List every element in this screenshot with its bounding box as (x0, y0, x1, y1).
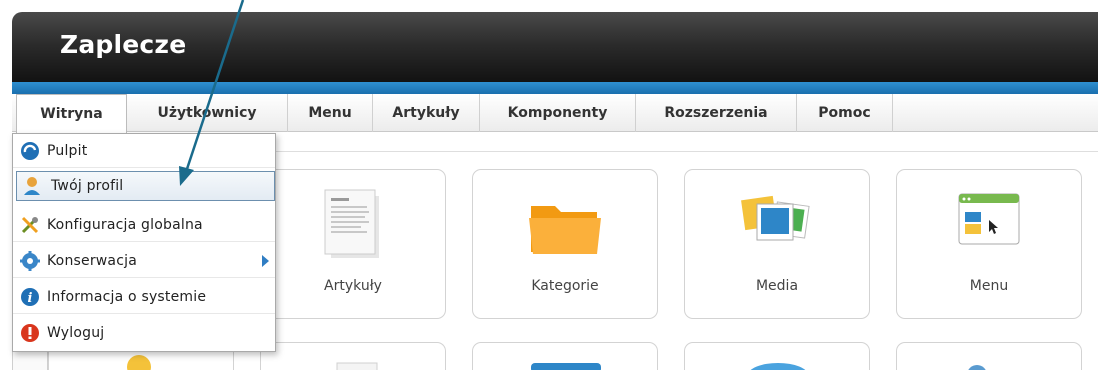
folder-icon (529, 206, 601, 254)
card-artykuly[interactable]: Artykuły (260, 169, 446, 319)
article-icon (324, 189, 379, 258)
document-icon (336, 362, 378, 370)
tools-icon (13, 208, 47, 242)
dropdown-item-pulpit[interactable]: Pulpit (13, 134, 275, 168)
window-icon (531, 363, 601, 370)
menu-uzytkownicy[interactable]: Użytkownicy (127, 94, 288, 132)
dashboard-icon (13, 134, 47, 168)
media-icon (741, 195, 810, 241)
main-menubar: Witryna Użytkownicy Menu Artykuły Kompon… (12, 94, 1098, 133)
menu-window-icon (958, 193, 1020, 245)
dropdown-item-konfiguracja[interactable]: Konfiguracja globalna (13, 208, 275, 242)
app-header: Zaplecze (12, 12, 1098, 82)
card-row2-5[interactable] (896, 342, 1082, 370)
card-row2-4[interactable] (684, 342, 870, 370)
dropdown-item-konserwacja[interactable]: Konserwacja (13, 244, 275, 278)
header-accent-band (12, 82, 1098, 94)
gear-icon (13, 244, 47, 278)
logout-icon (13, 316, 47, 350)
card-media[interactable]: Media (684, 169, 870, 319)
witryna-dropdown: Pulpit Twój profil Konfiguracja globalna… (12, 133, 276, 352)
card-label: Media (755, 278, 799, 294)
card-label: Menu (969, 278, 1009, 294)
info-icon: i (13, 280, 47, 314)
menu-witryna[interactable]: Witryna (16, 94, 127, 133)
card-menu[interactable]: Menu (896, 169, 1082, 319)
menu-rozszerzenia[interactable]: Rozszerzenia (636, 94, 797, 132)
user-profile-icon (17, 169, 51, 203)
dropdown-item-wyloguj[interactable]: Wyloguj (13, 316, 275, 350)
card-kategorie[interactable]: Kategorie (472, 169, 658, 319)
header-title: Zaplecze (60, 30, 187, 59)
submenu-arrow-icon (262, 255, 269, 267)
svg-text:i: i (28, 291, 33, 306)
dropdown-item-informacja[interactable]: i Informacja o systemie (13, 280, 275, 314)
menu-artykuly[interactable]: Artykuły (373, 94, 480, 132)
dropdown-item-twoj-profil[interactable]: Twój profil (16, 171, 275, 201)
card-label: Kategorie (531, 278, 599, 294)
workspace-divider (276, 151, 1098, 152)
menu-komponenty[interactable]: Komponenty (480, 94, 636, 132)
menu-pomoc[interactable]: Pomoc (797, 94, 893, 132)
card-row2-2[interactable] (260, 342, 446, 370)
card-row2-3[interactable] (472, 342, 658, 370)
menu-menu[interactable]: Menu (288, 94, 373, 132)
globe-icon (750, 363, 806, 370)
user-icon (968, 365, 986, 370)
card-label: Artykuły (324, 278, 382, 294)
